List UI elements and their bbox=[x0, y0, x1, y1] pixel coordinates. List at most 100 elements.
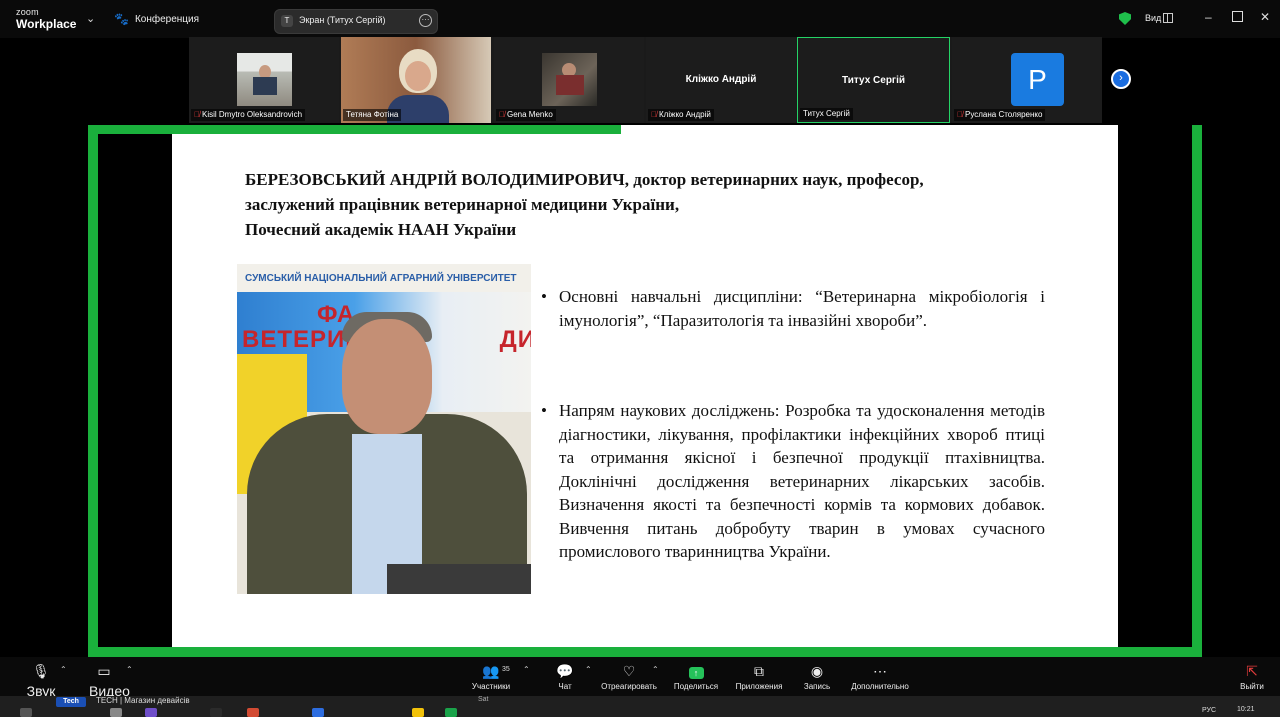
taskbar-window-title[interactable]: TECH | Магазин девайсів bbox=[96, 696, 190, 705]
taskbar-app-icon[interactable] bbox=[210, 708, 222, 717]
slide-title-line: заслужений працівник ветеринарної медици… bbox=[245, 195, 680, 214]
audio-button[interactable]: 🎙 Звук bbox=[26, 662, 56, 699]
chat-button[interactable]: 💬 Чат bbox=[550, 662, 580, 691]
bullet-text: Основні навчальні дисципліни: “Ветеринар… bbox=[559, 287, 1045, 330]
participant-name: Тетяна Фотіна bbox=[346, 110, 399, 119]
apps-label: Приложения bbox=[735, 682, 783, 691]
apps-icon: ⧉ bbox=[754, 663, 764, 679]
bullet-text: Напрям наукових досліджень: Розробка та … bbox=[559, 401, 1045, 561]
bullet-dot: • bbox=[541, 287, 547, 306]
participants-label: Участники bbox=[471, 682, 511, 691]
participant-center-name: Кліжко Андрій bbox=[685, 74, 757, 85]
keyboard-language[interactable]: РУС bbox=[1202, 707, 1216, 714]
participant-gallery: 🎙̸ Kisil Dmytro Oleksandrovich Тетяна Фо… bbox=[189, 37, 1102, 123]
start-icon[interactable] bbox=[20, 708, 32, 717]
photo-banner-text: СУМСЬКИЙ НАЦІОНАЛЬНИЙ АГРАРНИЙ УНІВЕРСИТ… bbox=[245, 273, 517, 284]
meeting-info-button[interactable]: 🐾 Конференция bbox=[114, 12, 199, 26]
more-button[interactable]: ⋯ Дополнительно bbox=[848, 662, 912, 691]
participant-tile[interactable]: Кліжко Андрій 🎙̸ Кліжко Андрій bbox=[646, 37, 796, 123]
participant-video bbox=[237, 53, 292, 106]
taskbar-clock[interactable]: 10:21 bbox=[1237, 706, 1255, 713]
share-screen-icon: ↑ bbox=[671, 662, 721, 680]
share-screen-button[interactable]: ↑ Поделиться bbox=[671, 662, 721, 691]
taskbar-app-icon[interactable] bbox=[445, 708, 457, 717]
video-options-caret[interactable]: ⌃ bbox=[126, 665, 133, 674]
paw-icon: 🐾 bbox=[114, 12, 129, 26]
participant-name: Кліжко Андрій bbox=[659, 110, 711, 119]
taskbar-app-icon[interactable] bbox=[312, 708, 324, 717]
active-share-border bbox=[88, 125, 98, 657]
apps-button[interactable]: ⧉ Приложения bbox=[733, 662, 785, 691]
react-options-caret[interactable]: ⌃ bbox=[652, 665, 659, 674]
maximize-icon[interactable] bbox=[1232, 11, 1243, 22]
leave-button[interactable]: ⇱ Выйти bbox=[1236, 662, 1268, 691]
mic-muted-icon: 🎙̸ bbox=[957, 110, 963, 119]
photo-banner: СУМСЬКИЙ НАЦІОНАЛЬНИЙ АГРАРНИЙ УНІВЕРСИТ… bbox=[237, 264, 531, 292]
mic-muted-icon: 🎙̸ bbox=[499, 110, 505, 119]
participant-name-bar: 🎙̸ Руслана Столяренко bbox=[954, 109, 1046, 121]
slide-title: БЕРЕЗОВСЬКИЙ АНДРІЙ ВОЛОДИМИРОВИЧ, докто… bbox=[245, 167, 1065, 242]
next-page-button[interactable]: › bbox=[1111, 69, 1131, 89]
taskbar-sat-label: Sat bbox=[478, 696, 489, 703]
screen-share-pill[interactable]: T Экран (Титух Сергій) ··· bbox=[274, 9, 438, 34]
chat-icon: 💬 bbox=[556, 663, 574, 679]
participant-center-name: Титух Сергій bbox=[841, 75, 906, 86]
taskbar-app-icon[interactable] bbox=[412, 708, 424, 717]
more-options-icon[interactable]: ··· bbox=[419, 14, 432, 27]
react-button[interactable]: ♡ Отреагировать bbox=[599, 662, 659, 691]
mic-muted-icon: 🎙̸ bbox=[651, 110, 657, 119]
participant-name-bar: 🎙̸ Кліжко Андрій bbox=[648, 109, 714, 121]
mic-muted-icon: 🎙̸ bbox=[194, 110, 200, 119]
presentation-slide: БЕРЕЗОВСЬКИЙ АНДРІЙ ВОЛОДИМИРОВИЧ, докто… bbox=[172, 125, 1118, 647]
more-icon: ⋯ bbox=[873, 663, 887, 679]
participant-name: Руслана Столяренко bbox=[965, 110, 1043, 119]
participant-tile[interactable]: 🎙̸ Kisil Dmytro Oleksandrovich bbox=[189, 37, 339, 123]
participant-name: Kisil Dmytro Oleksandrovich bbox=[202, 110, 303, 119]
video-button[interactable]: ▭ Видео bbox=[89, 662, 130, 699]
chevron-down-icon[interactable]: ⌄ bbox=[86, 12, 95, 25]
minimize-icon[interactable]: – bbox=[1205, 10, 1212, 24]
taskbar-app-icon[interactable] bbox=[110, 708, 122, 717]
portrait-photo: ФА ВЕТЕРИНА ДИЦИНИ СУМСЬКИЙ НАЦІОНАЛЬНИЙ… bbox=[237, 264, 531, 594]
participant-name: Gena Menko bbox=[507, 110, 553, 119]
record-icon: ◉ bbox=[810, 663, 824, 679]
react-label: Отреагировать bbox=[601, 682, 657, 691]
slide-title-line: Почесний академік НААН України bbox=[245, 220, 517, 239]
taskbar-app-icon[interactable] bbox=[145, 708, 157, 717]
participant-video bbox=[542, 53, 597, 106]
participant-tile[interactable]: Тетяна Фотіна bbox=[341, 37, 491, 123]
active-share-border bbox=[1192, 125, 1202, 657]
participant-tile-active-speaker[interactable]: Титух Сергій Титух Сергій bbox=[797, 37, 950, 123]
tech-badge: Tech bbox=[56, 697, 86, 707]
view-label[interactable]: Вид bbox=[1145, 13, 1161, 23]
participant-name-bar: 🎙̸ Kisil Dmytro Oleksandrovich bbox=[191, 109, 306, 121]
chat-options-caret[interactable]: ⌃ bbox=[585, 665, 592, 674]
bullet-research: • Напрям наукових досліджень: Розробка т… bbox=[541, 399, 1045, 564]
taskbar-app-icon[interactable] bbox=[247, 708, 259, 717]
active-share-border bbox=[88, 647, 1202, 657]
mic-muted-icon: 🎙 Звук bbox=[26, 663, 56, 699]
record-button[interactable]: ◉ Запись bbox=[799, 662, 835, 691]
avatar: P bbox=[1011, 53, 1064, 106]
photo-backdrop-text-right: ДИЦИНИ bbox=[499, 326, 531, 353]
logo-line-1: zoom bbox=[16, 7, 39, 17]
heart-icon: ♡ bbox=[622, 663, 636, 679]
active-share-border bbox=[88, 125, 621, 134]
more-label: Дополнительно bbox=[851, 682, 909, 691]
participant-name-bar: Титух Сергій bbox=[800, 108, 853, 120]
bullet-disciplines: • Основні навчальні дисципліни: “Ветерин… bbox=[541, 285, 1045, 332]
leave-label: Выйти bbox=[1240, 682, 1264, 691]
zoom-logo[interactable]: zoom Workplace bbox=[16, 7, 76, 31]
slide-title-line: БЕРЕЗОВСЬКИЙ АНДРІЙ ВОЛОДИМИРОВИЧ, докто… bbox=[245, 170, 924, 189]
view-grid-icon[interactable] bbox=[1163, 13, 1173, 23]
close-icon[interactable]: ✕ bbox=[1260, 10, 1270, 24]
leave-icon: ⇱ bbox=[1246, 663, 1258, 679]
participants-count: 35 bbox=[502, 666, 510, 673]
video-off-icon: ▭ Видео bbox=[89, 663, 130, 699]
participant-tile[interactable]: 🎙̸ Gena Menko bbox=[494, 37, 644, 123]
os-taskbar bbox=[0, 696, 1280, 717]
participant-name-bar: 🎙̸ Gena Menko bbox=[496, 109, 556, 121]
audio-options-caret[interactable]: ⌃ bbox=[60, 665, 67, 674]
participants-options-caret[interactable]: ⌃ bbox=[523, 665, 530, 674]
participant-tile[interactable]: P 🎙̸ Руслана Столяренко bbox=[952, 37, 1102, 123]
